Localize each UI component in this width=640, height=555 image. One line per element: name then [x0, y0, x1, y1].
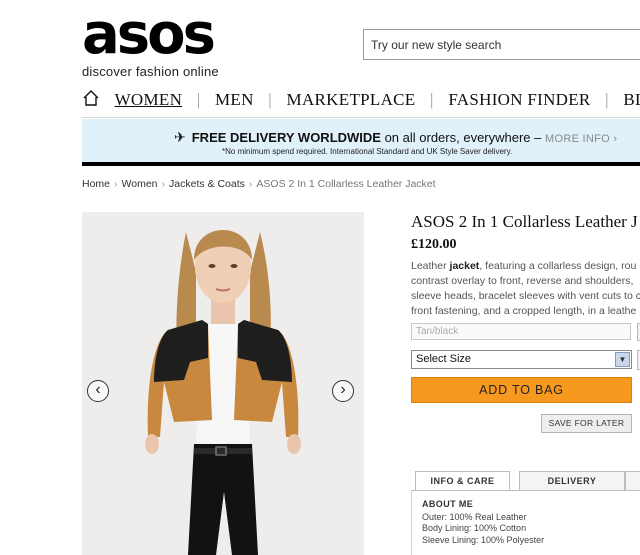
tab-more[interactable] — [625, 471, 640, 491]
banner-headline: ✈ FREE DELIVERY WORLDWIDE on all orders, … — [174, 129, 617, 146]
tab-delivery[interactable]: DELIVERY — [519, 471, 625, 491]
product-image[interactable]: ‹ › — [82, 212, 364, 555]
size-select-value: Select Size — [416, 353, 472, 365]
free-delivery-banner[interactable]: ✈ FREE DELIVERY WORLDWIDE on all orders, … — [82, 119, 640, 162]
breadcrumb-jackets-coats[interactable]: Jackets & Coats — [169, 178, 245, 190]
colour-select[interactable]: Tan/black — [411, 323, 631, 340]
nav-separator: | — [196, 90, 201, 109]
asos-logo[interactable]: asos discover fashion online — [82, 2, 242, 80]
breadcrumb-separator: › — [161, 178, 166, 190]
tab-panel-border — [411, 490, 412, 555]
nav-item-fashion-finder[interactable]: FASHION FINDER — [448, 90, 590, 110]
about-me-heading: ABOUT ME — [422, 499, 474, 509]
nav-separator: | — [430, 90, 434, 109]
airplane-icon: ✈ — [174, 129, 186, 145]
save-for-later-button[interactable]: SAVE FOR LATER — [541, 414, 632, 433]
desc-line-2: contrast overlay to front, reverse and s… — [411, 275, 634, 287]
banner-headline-bold: FREE DELIVERY WORLDWIDE — [191, 130, 381, 145]
desc-line-3: sleeve heads, bracelet sleeves with vent… — [411, 290, 640, 302]
about-line-sleeve-lining: Sleeve Lining: 100% Polyester — [422, 534, 545, 545]
dropdown-arrow-icon[interactable]: ▼ — [615, 352, 630, 367]
desc-line-1: , featuring a collarless design, rou — [479, 260, 637, 272]
breadcrumb-home[interactable]: Home — [82, 178, 110, 190]
breadcrumb-current: ASOS 2 In 1 Collarless Leather Jacket — [256, 178, 436, 190]
about-line-body-lining: Body Lining: 100% Cotton — [422, 523, 527, 533]
desc-keyword-link[interactable]: jacket — [450, 260, 480, 272]
home-icon[interactable] — [82, 89, 100, 107]
size-select[interactable]: Select Size ▼ — [411, 350, 632, 369]
product-title: ASOS 2 In 1 Collarless Leather J — [411, 212, 638, 231]
main-nav: WOMEN | MEN | MARKETPLACE | FASHION FIND… — [82, 89, 640, 111]
nav-divider — [82, 117, 640, 118]
banner-headline-rest: on all orders, everywhere – — [380, 130, 545, 145]
desc-lead: Leather — [411, 260, 450, 272]
banner-bottom-bar — [82, 162, 640, 166]
product-price: £120.00 — [411, 237, 457, 252]
style-search-input[interactable]: Try our new style search — [363, 29, 640, 60]
add-to-bag-button[interactable]: ADD TO BAG — [411, 377, 632, 403]
about-me-panel: ABOUT ME Outer: 100% Real Leather Body L… — [422, 499, 544, 546]
breadcrumb-separator: › — [248, 178, 253, 190]
about-line-outer: Outer: 100% Real Leather — [422, 511, 527, 522]
breadcrumb: Home › Women › Jackets & Coats › ASOS 2 In 1 C… — [82, 178, 436, 190]
previous-image-button[interactable]: ‹ — [87, 380, 109, 402]
model-illustration — [82, 212, 364, 555]
nav-separator: | — [605, 90, 609, 109]
desc-line-4: front fastening, and a cropped length, i… — [411, 305, 637, 317]
more-info-link[interactable]: MORE INFO › — [545, 133, 617, 145]
next-image-button[interactable]: › — [332, 380, 354, 402]
nav-item-women[interactable]: WOMEN — [115, 90, 183, 110]
tab-divider — [411, 490, 640, 491]
nav-separator: | — [268, 90, 272, 109]
tab-info-care[interactable]: INFO & CARE — [415, 471, 510, 491]
banner-subline: *No minimum spend required. Internationa… — [222, 147, 513, 156]
nav-item-men[interactable]: MEN — [215, 90, 254, 110]
nav-item-blog[interactable]: BLOG — [623, 90, 640, 110]
nav-item-marketplace[interactable]: MARKETPLACE — [287, 90, 416, 110]
logo-tagline: discover fashion online — [82, 64, 219, 79]
product-description: Leather jacket, featuring a collarless d… — [411, 259, 640, 319]
logo-wordmark: asos — [82, 2, 216, 67]
breadcrumb-women[interactable]: Women — [122, 178, 158, 190]
breadcrumb-separator: › — [114, 178, 118, 190]
